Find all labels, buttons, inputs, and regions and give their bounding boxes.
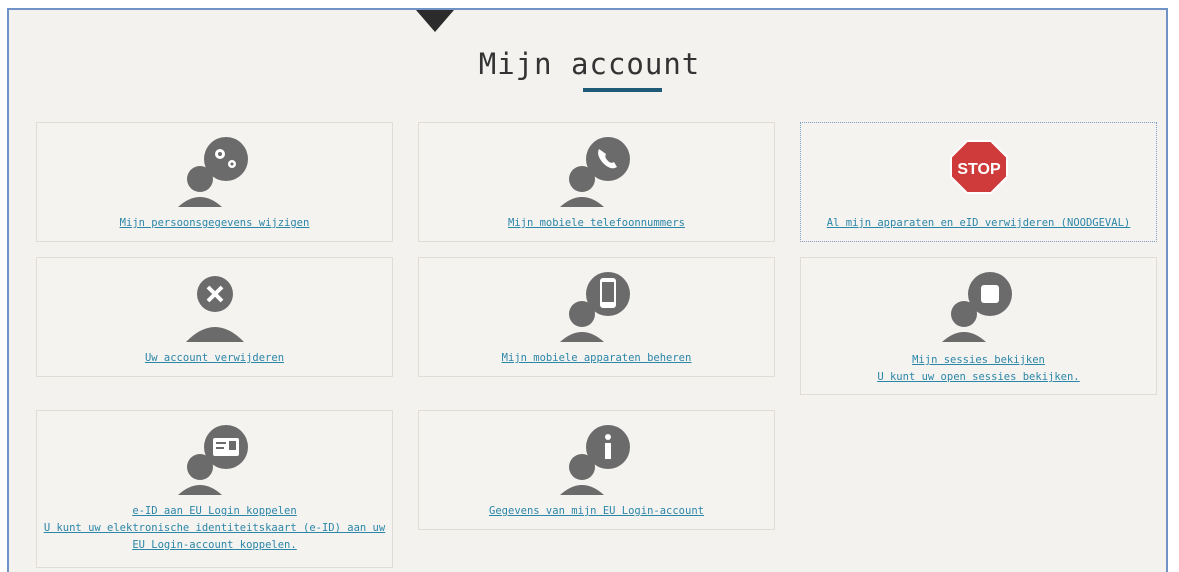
tile-link[interactable]: Mijn sessies bekijken U kunt uw open ses… <box>805 352 1152 386</box>
tile-account-details[interactable]: Gegevens van mijn EU Login-account <box>418 410 775 530</box>
tile-link[interactable]: e-ID aan EU Login koppelen U kunt uw ele… <box>41 503 388 554</box>
account-panel: Mijn account Mijn persoonsgegevens wijzi… <box>7 8 1168 572</box>
stop-sign-icon: STOP <box>949 140 1008 194</box>
tile-link-eid[interactable]: e-ID aan EU Login koppelen U kunt uw ele… <box>36 410 393 568</box>
tile-manage-mobile-devices[interactable]: Mijn mobiele apparaten beheren <box>418 257 775 377</box>
person-session-icon <box>941 272 1012 342</box>
title-underline <box>583 88 662 92</box>
tile-link[interactable]: Uw account verwijderen <box>41 350 388 367</box>
menu-pointer-arrow <box>416 10 454 32</box>
tile-link[interactable]: Gegevens van mijn EU Login-account <box>423 503 770 520</box>
page-title: Mijn account <box>478 47 701 81</box>
tile-link[interactable]: Mijn mobiele telefoonnummers <box>423 215 770 232</box>
tile-link[interactable]: Mijn mobiele apparaten beheren <box>423 350 770 367</box>
svg-text:STOP: STOP <box>957 161 1001 178</box>
person-mobile-device-icon <box>559 272 630 342</box>
person-gears-icon <box>177 137 248 207</box>
tile-mobile-numbers[interactable]: Mijn mobiele telefoonnummers <box>418 122 775 242</box>
person-info-icon <box>559 425 630 495</box>
person-phone-icon <box>559 137 630 207</box>
tile-link[interactable]: Mijn persoonsgegevens wijzigen <box>41 215 388 232</box>
tile-link[interactable]: Al mijn apparaten en eID verwijderen (NO… <box>805 215 1152 232</box>
person-delete-icon <box>185 276 244 342</box>
tile-edit-personal-data[interactable]: Mijn persoonsgegevens wijzigen <box>36 122 393 242</box>
person-id-card-icon <box>177 425 248 495</box>
tile-delete-account[interactable]: Uw account verwijderen <box>36 257 393 377</box>
tile-emergency-remove-devices[interactable]: STOP Al mijn apparaten en eID verwijdere… <box>800 122 1157 242</box>
tile-view-sessions[interactable]: Mijn sessies bekijken U kunt uw open ses… <box>800 257 1157 395</box>
